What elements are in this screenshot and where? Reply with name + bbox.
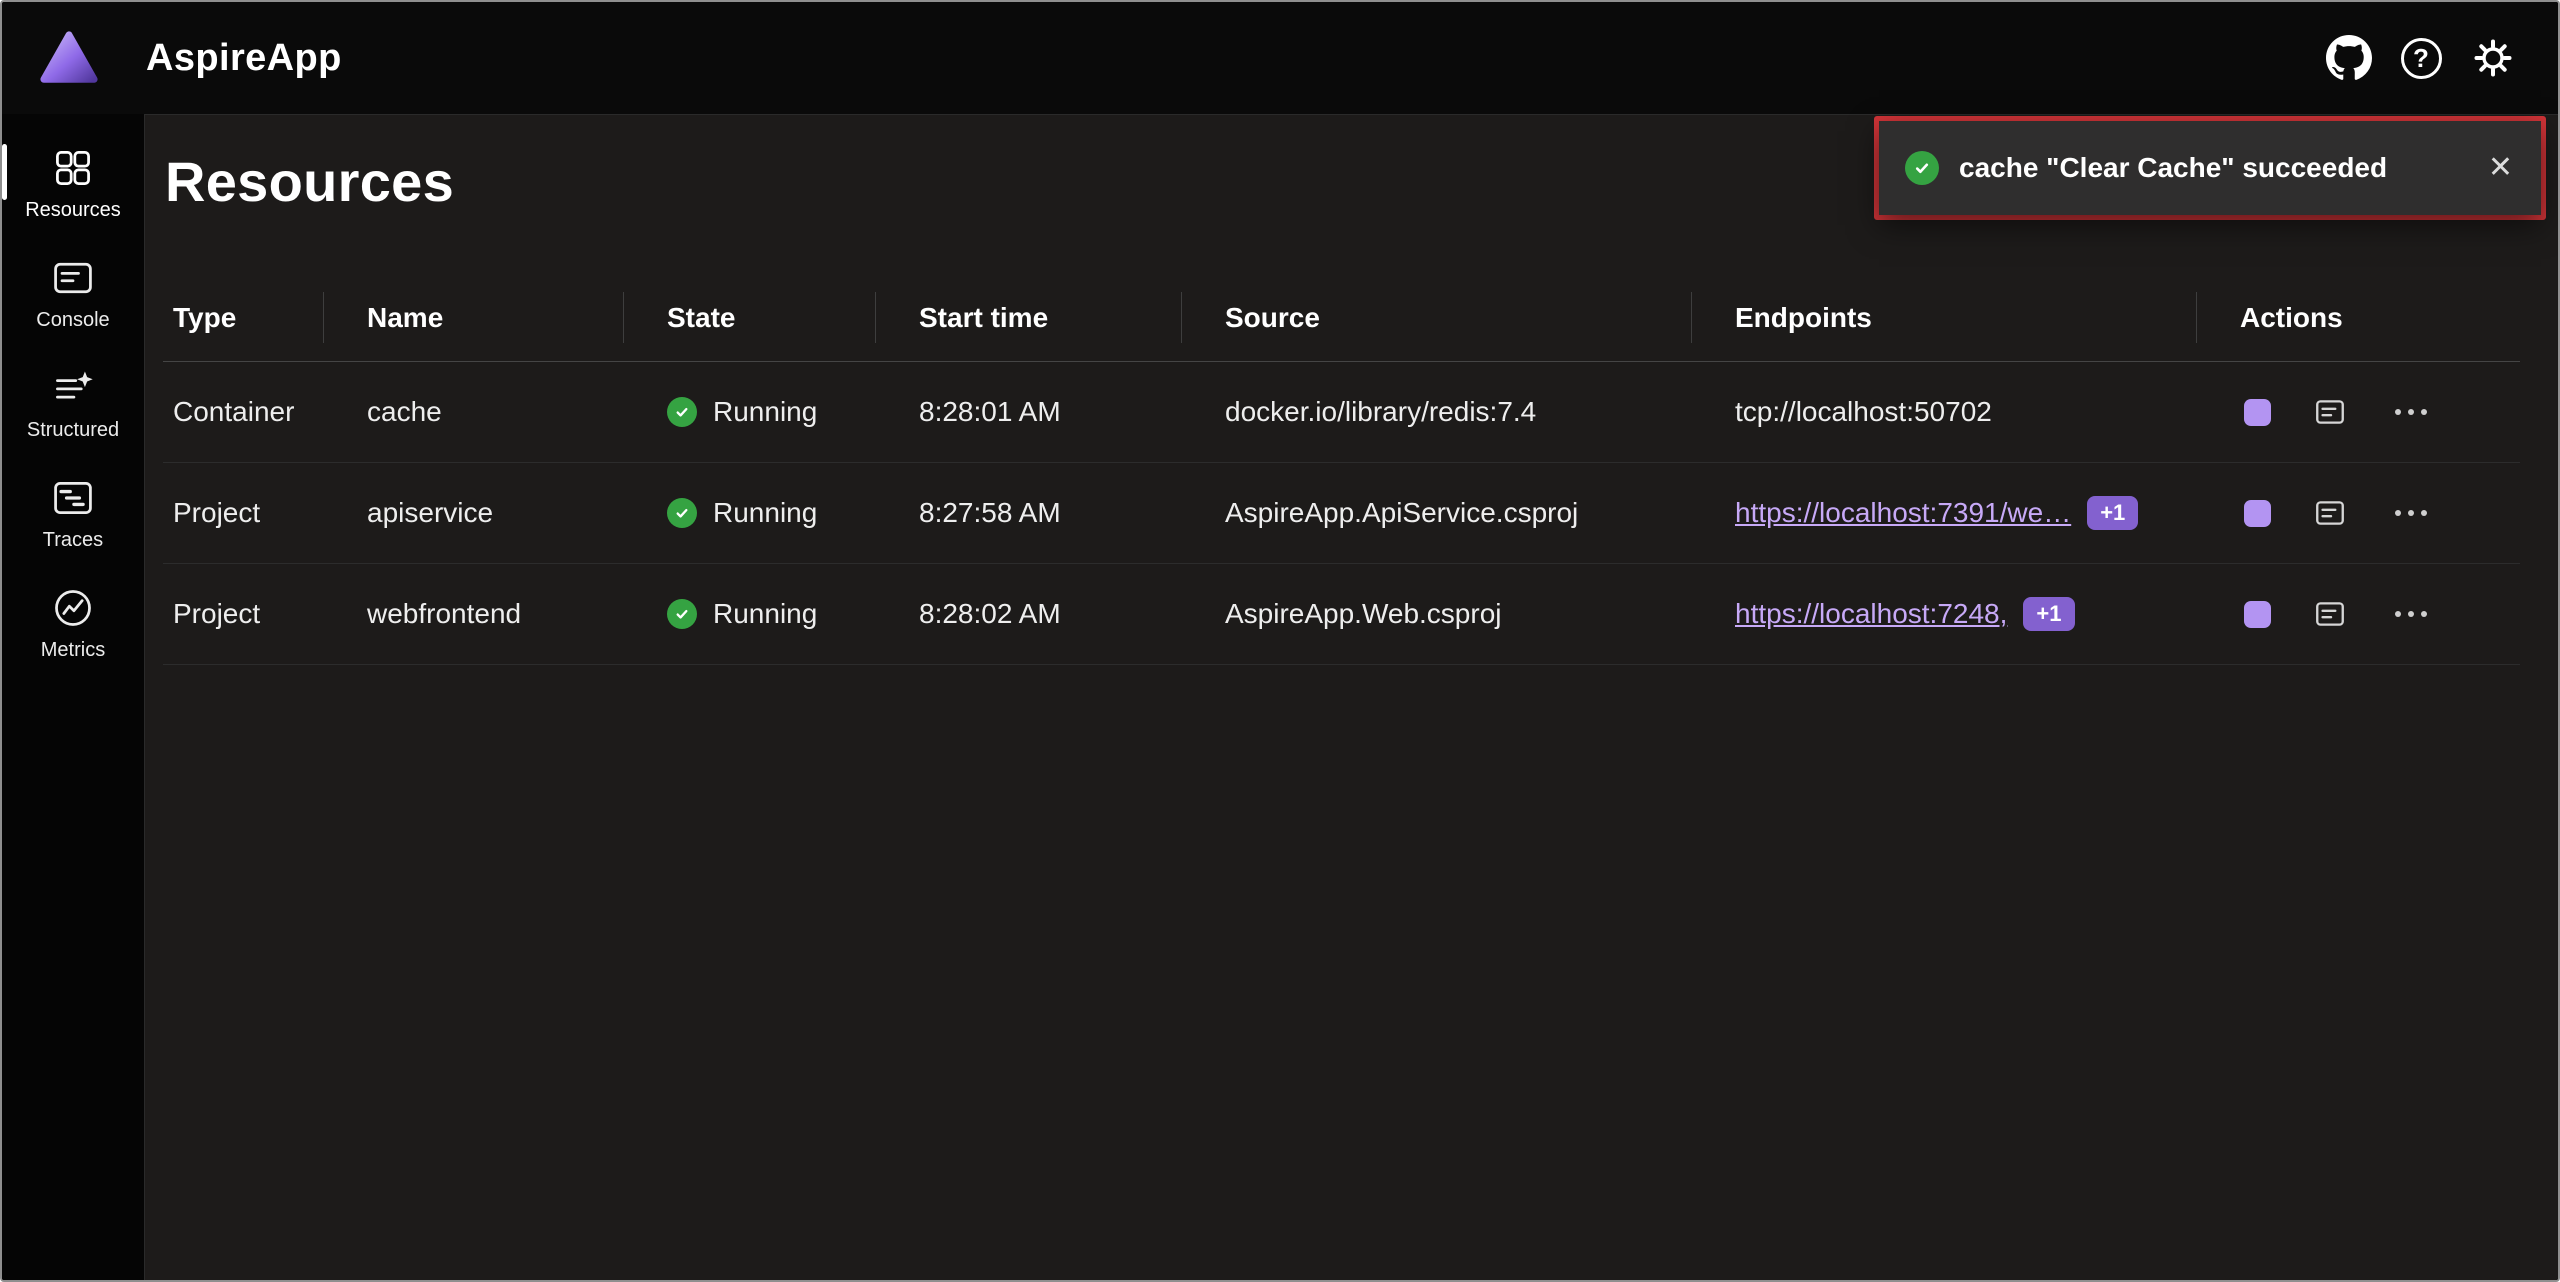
sidebar-item-label: Console (36, 309, 109, 332)
state-label: Running (713, 497, 817, 529)
cell-actions (2196, 564, 2520, 664)
sidebar-item-label: Metrics (41, 639, 105, 662)
stop-button[interactable] (2244, 500, 2271, 527)
column-header-state: State (623, 274, 875, 361)
traces-icon (51, 476, 95, 520)
stop-button[interactable] (2244, 601, 2271, 628)
close-icon: ✕ (2488, 151, 2513, 184)
column-header-start-time: Start time (875, 274, 1181, 361)
app-title: AspireApp (146, 37, 342, 80)
cell-start-time: 8:28:02 AM (875, 564, 1181, 664)
cell-type: Project (163, 564, 323, 664)
sidebar-item-resources[interactable]: Resources (2, 128, 144, 238)
cell-type: Project (163, 463, 323, 563)
column-header-type: Type (163, 274, 323, 361)
console-logs-button[interactable] (2313, 395, 2347, 429)
console-logs-icon (2313, 395, 2347, 429)
running-state-icon (667, 498, 697, 528)
more-actions-button[interactable] (2389, 403, 2433, 421)
state-label: Running (713, 598, 817, 630)
endpoint-overflow-badge: +1 (2023, 597, 2074, 631)
endpoint-link[interactable]: https://localhost:7248, (1735, 598, 2007, 630)
table-row-webfrontend: Project webfrontend Running 8:28:02 AM A… (163, 564, 2520, 665)
console-logs-icon (2313, 597, 2347, 631)
running-state-icon (667, 397, 697, 427)
github-icon (2326, 35, 2372, 81)
help-icon: ? (2401, 38, 2442, 79)
cell-state: Running (623, 463, 875, 563)
stop-button[interactable] (2244, 399, 2271, 426)
console-icon (51, 256, 95, 300)
toast-close-button[interactable]: ✕ (2482, 149, 2519, 187)
more-actions-button[interactable] (2389, 605, 2433, 623)
column-header-source: Source (1181, 274, 1691, 361)
sidebar-item-structured[interactable]: Structured (2, 348, 144, 458)
help-button[interactable]: ? (2390, 27, 2452, 89)
console-logs-button[interactable] (2313, 496, 2347, 530)
ellipsis-icon (2395, 409, 2427, 415)
ellipsis-icon (2395, 611, 2427, 617)
sidebar-item-label: Resources (25, 199, 121, 222)
table-row-cache: Container cache Running 8:28:01 AM docke… (163, 362, 2520, 463)
success-check-icon (1905, 151, 1939, 185)
cell-name: apiservice (323, 463, 623, 563)
gear-icon (2469, 34, 2517, 82)
cell-actions (2196, 362, 2520, 462)
aspire-logo-icon (38, 27, 100, 89)
aspire-dashboard-window: AspireApp ? (0, 0, 2560, 1282)
cell-start-time: 8:27:58 AM (875, 463, 1181, 563)
endpoint-overflow-badge: +1 (2087, 496, 2138, 530)
cell-start-time: 8:28:01 AM (875, 362, 1181, 462)
endpoint-link[interactable]: https://localhost:7391/we… (1735, 497, 2071, 529)
toast-notification: cache "Clear Cache" succeeded ✕ (1879, 121, 2541, 215)
cell-endpoints: tcp://localhost:50702 (1691, 362, 2196, 462)
sidebar-item-metrics[interactable]: Metrics (2, 568, 144, 678)
cell-name: cache (323, 362, 623, 462)
endpoint-text: tcp://localhost:50702 (1735, 396, 1992, 428)
annotation-highlight: cache "Clear Cache" succeeded ✕ (1874, 116, 2546, 220)
table-header: Type Name State Start time Source Endpoi… (163, 274, 2520, 362)
cell-source: docker.io/library/redis:7.4 (1181, 362, 1691, 462)
table-row-apiservice: Project apiservice Running 8:27:58 AM As… (163, 463, 2520, 564)
settings-button[interactable] (2462, 27, 2524, 89)
console-logs-button[interactable] (2313, 597, 2347, 631)
structured-logs-icon (51, 366, 95, 410)
metrics-icon (51, 586, 95, 630)
running-state-icon (667, 599, 697, 629)
resources-table: Type Name State Start time Source Endpoi… (163, 274, 2520, 665)
sidebar: Resources Console Struct (2, 114, 144, 1280)
column-header-actions: Actions (2196, 274, 2520, 361)
cell-endpoints: https://localhost:7248, +1 (1691, 564, 2196, 664)
sidebar-item-console[interactable]: Console (2, 238, 144, 348)
resources-grid-icon (51, 146, 95, 190)
cell-source: AspireApp.ApiService.csproj (1181, 463, 1691, 563)
cell-actions (2196, 463, 2520, 563)
ellipsis-icon (2395, 510, 2427, 516)
cell-endpoints: https://localhost:7391/we… +1 (1691, 463, 2196, 563)
toast-message: cache "Clear Cache" succeeded (1959, 152, 2462, 184)
cell-state: Running (623, 362, 875, 462)
more-actions-button[interactable] (2389, 504, 2433, 522)
column-header-endpoints: Endpoints (1691, 274, 2196, 361)
main-content: Resources Type Name State Start time Sou… (144, 114, 2558, 1280)
sidebar-item-label: Traces (43, 529, 103, 552)
cell-type: Container (163, 362, 323, 462)
console-logs-icon (2313, 496, 2347, 530)
state-label: Running (713, 396, 817, 428)
sidebar-item-traces[interactable]: Traces (2, 458, 144, 568)
column-header-name: Name (323, 274, 623, 361)
top-bar: AspireApp ? (2, 2, 2558, 114)
sidebar-item-label: Structured (27, 419, 119, 442)
cell-source: AspireApp.Web.csproj (1181, 564, 1691, 664)
cell-state: Running (623, 564, 875, 664)
cell-name: webfrontend (323, 564, 623, 664)
github-button[interactable] (2318, 27, 2380, 89)
